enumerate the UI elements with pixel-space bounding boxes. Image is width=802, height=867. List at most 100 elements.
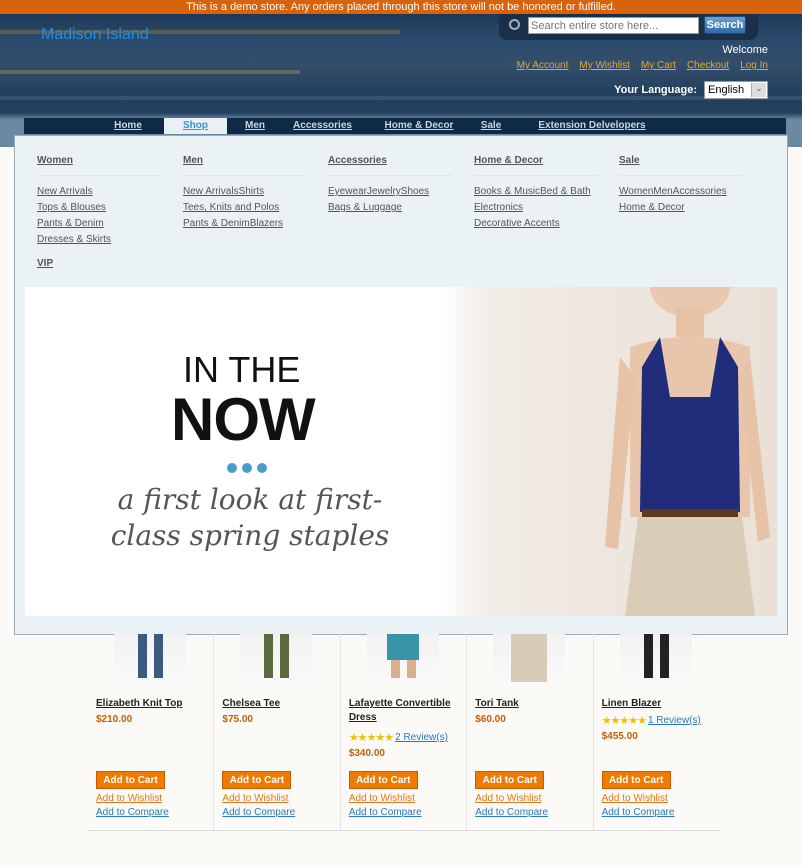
- search-input[interactable]: [528, 17, 699, 34]
- my-wishlist-link[interactable]: My Wishlist: [579, 60, 630, 71]
- nav-home-decor[interactable]: Home & Decor: [379, 118, 459, 134]
- menu-item[interactable]: Tops & Blouses: [37, 202, 161, 218]
- product-name[interactable]: Tori Tank: [475, 697, 587, 711]
- product-price: $60.00: [475, 714, 506, 725]
- product-image[interactable]: [240, 634, 313, 686]
- product-rating: ★★★★★ 1 Review(s): [602, 714, 701, 727]
- product-price: $210.00: [96, 714, 133, 725]
- language-switcher: Your Language: English ⌄: [614, 81, 768, 99]
- product-grid: Elizabeth Knit Top $210.00 Add to Cart Ad…: [88, 634, 720, 831]
- menu-item[interactable]: Bags & Luggage: [328, 202, 452, 218]
- add-to-wishlist-link[interactable]: Add to Wishlist: [349, 793, 415, 804]
- add-to-compare-link[interactable]: Add to Compare: [602, 807, 675, 818]
- welcome-message: Welcome: [722, 44, 768, 56]
- add-to-compare-link[interactable]: Add to Compare: [349, 807, 422, 818]
- my-cart-link[interactable]: My Cart: [641, 60, 676, 71]
- menu-item[interactable]: Books & MusicBed & Bath: [474, 186, 598, 202]
- menu-heading[interactable]: Women: [37, 155, 161, 176]
- menu-column-sale: Sale WomenMenAccessories Home & Decor: [619, 155, 743, 218]
- add-to-wishlist-link[interactable]: Add to Wishlist: [602, 793, 668, 804]
- menu-heading[interactable]: Accessories: [328, 155, 452, 176]
- add-to-wishlist-link[interactable]: Add to Wishlist: [96, 793, 162, 804]
- banner-dots: [227, 463, 267, 473]
- my-account-link[interactable]: My Account: [517, 60, 569, 71]
- nav-shop[interactable]: Shop: [164, 118, 227, 134]
- search-bar: Search: [499, 14, 758, 40]
- nav-men[interactable]: Men: [237, 118, 273, 134]
- product-rating: ★★★★★ 2 Review(s): [349, 731, 448, 744]
- add-to-cart-button[interactable]: Add to Cart: [348, 771, 418, 789]
- menu-vip[interactable]: VIP: [37, 258, 53, 269]
- add-to-cart-button[interactable]: Add to Cart: [96, 771, 165, 789]
- main-nav: Home Shop Men Accessories Home & Decor S…: [24, 118, 786, 134]
- demo-notice-text: This is a demo store. Any orders placed …: [186, 1, 616, 13]
- star-rating-icon: ★★★★★: [601, 715, 647, 727]
- product-card: Chelsea Tee $75.00 Add to Cart Add to Wis…: [214, 634, 341, 830]
- nav-sale[interactable]: Sale: [476, 118, 506, 134]
- model-image: [605, 287, 770, 616]
- promo-banner[interactable]: IN THE NOW a first look at first-class s…: [25, 287, 777, 616]
- menu-heading[interactable]: Men: [183, 155, 307, 176]
- language-select[interactable]: English ⌄: [704, 81, 768, 99]
- product-price: $455.00: [601, 731, 638, 742]
- language-value: English: [708, 84, 745, 96]
- banner-tagline: a first look at first-class spring stapl…: [110, 483, 390, 552]
- chevron-down-icon: ⌄: [751, 83, 766, 97]
- nav-home[interactable]: Home: [104, 118, 152, 134]
- product-name[interactable]: Linen Blazer: [602, 697, 714, 711]
- star-rating-icon: ★★★★★: [348, 732, 394, 744]
- product-image[interactable]: [493, 634, 566, 686]
- reviews-link[interactable]: 2 Review(s): [395, 732, 448, 743]
- menu-item[interactable]: Home & Decor: [619, 202, 743, 218]
- add-to-compare-link[interactable]: Add to Compare: [222, 807, 295, 818]
- product-card: Lafayette Convertible Dress ★★★★★ 2 Review…: [341, 634, 468, 830]
- product-image[interactable]: [619, 634, 692, 686]
- menu-item[interactable]: New Arrivals: [37, 186, 161, 202]
- nav-accessories[interactable]: Accessories: [285, 118, 360, 134]
- search-icon: [509, 19, 520, 30]
- reviews-link[interactable]: 1 Review(s): [648, 715, 701, 726]
- menu-heading[interactable]: Sale: [619, 155, 743, 176]
- demo-notice: This is a demo store. Any orders placed …: [0, 0, 802, 14]
- checkout-link[interactable]: Checkout: [687, 60, 729, 71]
- menu-item[interactable]: New ArrivalsShirts: [183, 186, 307, 202]
- product-name[interactable]: Elizabeth Knit Top: [96, 697, 208, 711]
- menu-item[interactable]: EyewearJewelryShoes: [328, 186, 452, 202]
- language-label: Your Language:: [614, 84, 697, 96]
- nav-extension-developers[interactable]: Extension Delvelopers: [532, 118, 652, 134]
- product-image[interactable]: [114, 634, 186, 686]
- shop-mega-menu: Women New Arrivals Tops & Blouses Pants …: [14, 135, 788, 635]
- product-name[interactable]: Lafayette Convertible Dress: [349, 697, 461, 725]
- add-to-compare-link[interactable]: Add to Compare: [96, 807, 169, 818]
- product-name[interactable]: Chelsea Tee: [222, 697, 334, 711]
- add-to-compare-link[interactable]: Add to Compare: [475, 807, 548, 818]
- add-to-cart-button[interactable]: Add to Cart: [222, 771, 292, 789]
- menu-item[interactable]: Decorative Accents: [474, 218, 598, 234]
- add-to-wishlist-link[interactable]: Add to Wishlist: [475, 793, 541, 804]
- add-to-cart-button[interactable]: Add to Cart: [475, 771, 545, 789]
- product-price: $340.00: [348, 748, 385, 759]
- menu-item[interactable]: Pants & DenimBlazers: [183, 218, 307, 234]
- product-image[interactable]: [366, 634, 439, 686]
- menu-item[interactable]: Electronics: [474, 202, 598, 218]
- banner-line2: NOW: [171, 386, 316, 453]
- product-card: Elizabeth Knit Top $210.00 Add to Cart Ad…: [88, 634, 215, 830]
- login-link[interactable]: Log In: [740, 60, 768, 71]
- product-price: $75.00: [222, 714, 253, 725]
- add-to-wishlist-link[interactable]: Add to Wishlist: [222, 793, 288, 804]
- product-card: Linen Blazer ★★★★★ 1 Review(s) $455.00 Add …: [594, 634, 720, 830]
- search-button[interactable]: Search: [704, 16, 746, 34]
- menu-column-accessories: Accessories EyewearJewelryShoes Bags & L…: [328, 155, 452, 218]
- menu-item[interactable]: Pants & Denim: [37, 218, 161, 234]
- menu-column-home-decor: Home & Decor Books & MusicBed & Bath Ele…: [474, 155, 598, 234]
- menu-item[interactable]: Dresses & Skirts: [37, 234, 161, 250]
- logo[interactable]: Madison Island: [41, 26, 149, 44]
- product-card: Tori Tank $60.00 Add to Cart Add to Wishl…: [467, 634, 594, 830]
- add-to-cart-button[interactable]: Add to Cart: [601, 771, 671, 789]
- menu-item[interactable]: WomenMenAccessories: [619, 186, 743, 202]
- menu-column-men: Men New ArrivalsShirts Tees, Knits and P…: [183, 155, 307, 234]
- menu-item[interactable]: Tees, Knits and Polos: [183, 202, 307, 218]
- account-links: My Account My Wishlist My Cart Checkout …: [517, 60, 768, 71]
- menu-heading[interactable]: Home & Decor: [474, 155, 598, 176]
- menu-column-women: Women New Arrivals Tops & Blouses Pants …: [37, 155, 161, 250]
